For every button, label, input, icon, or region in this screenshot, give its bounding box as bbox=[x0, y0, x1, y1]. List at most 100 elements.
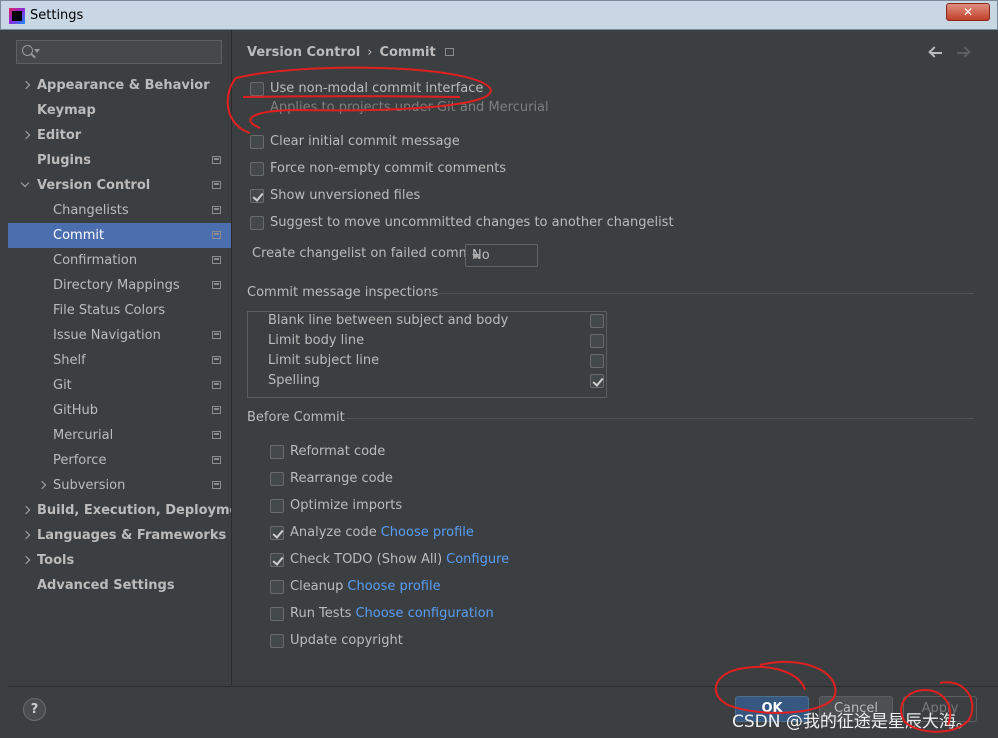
sidebar-item[interactable]: Languages & Frameworks bbox=[8, 523, 231, 548]
project-scope-icon bbox=[212, 331, 221, 339]
inspection-checkbox[interactable] bbox=[590, 354, 604, 368]
sidebar-item[interactable]: Mercurial bbox=[8, 423, 231, 448]
sidebar-item-label: Mercurial bbox=[53, 428, 114, 443]
chevron-right-icon[interactable] bbox=[22, 523, 32, 548]
chevron-down-icon bbox=[472, 254, 480, 259]
sidebar-item-label: Build, Execution, Deployment bbox=[37, 503, 254, 518]
chevron-right-icon[interactable] bbox=[22, 73, 32, 98]
sidebar-item[interactable]: Version Control bbox=[8, 173, 231, 198]
sidebar-item[interactable]: Appearance & Behavior bbox=[8, 73, 231, 98]
project-scope-icon bbox=[212, 406, 221, 414]
failed-commit-dropdown[interactable]: No bbox=[465, 244, 538, 267]
sidebar-item-label: Appearance & Behavior bbox=[37, 78, 210, 93]
intellij-app-icon bbox=[9, 8, 25, 24]
sidebar-item[interactable]: Confirmation bbox=[8, 248, 231, 273]
sidebar-item[interactable]: Subversion bbox=[8, 473, 231, 498]
sidebar-item[interactable]: Changelists bbox=[8, 198, 231, 223]
sidebar-item[interactable]: Git bbox=[8, 373, 231, 398]
cleanup-text: Cleanup Choose profile bbox=[290, 577, 441, 597]
project-scope-icon bbox=[212, 281, 221, 289]
inspections-separator bbox=[425, 293, 974, 294]
check-todo-text: Check TODO (Show All) Configure bbox=[290, 550, 509, 570]
analyze-code-text: Analyze code Choose profile bbox=[290, 523, 474, 543]
forward-arrow-icon[interactable] bbox=[955, 46, 971, 60]
chevron-down-icon[interactable] bbox=[22, 173, 32, 198]
inspection-checkbox[interactable] bbox=[590, 374, 604, 388]
project-scope-icon bbox=[212, 256, 221, 264]
sidebar-item[interactable]: Shelf bbox=[8, 348, 231, 373]
settings-sidebar: Appearance & Behavior Keymap Editor Plugins… bbox=[8, 30, 254, 685]
chevron-right-icon[interactable] bbox=[22, 498, 32, 523]
update-copyright-label: Update copyright bbox=[290, 633, 403, 648]
sidebar-item[interactable]: Advanced Settings bbox=[8, 573, 231, 598]
choose-configuration-link[interactable]: Choose configuration bbox=[355, 606, 493, 621]
project-scope-icon bbox=[212, 181, 221, 189]
sidebar-item[interactable]: File Status Colors bbox=[8, 298, 231, 323]
sidebar-item-label: Keymap bbox=[37, 103, 96, 118]
search-history-caret-icon[interactable] bbox=[34, 49, 40, 53]
sidebar-item-label: Subversion bbox=[53, 478, 126, 493]
chevron-right-icon[interactable] bbox=[38, 473, 48, 498]
sidebar-item[interactable]: Tools bbox=[8, 548, 231, 573]
run-tests-checkbox[interactable] bbox=[270, 607, 284, 621]
optimize-imports-checkbox[interactable] bbox=[270, 499, 284, 513]
todo-configure-link[interactable]: Configure bbox=[446, 552, 509, 567]
cleanup-checkbox[interactable] bbox=[270, 580, 284, 594]
inspection-checkbox[interactable] bbox=[590, 334, 604, 348]
rearrange-code-label: Rearrange code bbox=[290, 471, 393, 486]
chevron-right-icon[interactable] bbox=[22, 123, 32, 148]
inspection-label: Spelling bbox=[268, 373, 320, 388]
non-modal-commit-checkbox[interactable] bbox=[250, 82, 264, 96]
suggest-move-checkbox[interactable] bbox=[250, 216, 264, 230]
rearrange-code-checkbox[interactable] bbox=[270, 472, 284, 486]
settings-search-input[interactable] bbox=[16, 40, 222, 64]
run-tests-label: Run Tests bbox=[290, 606, 352, 621]
inspection-checkbox[interactable] bbox=[590, 314, 604, 328]
inspection-row[interactable]: Limit body line bbox=[248, 331, 606, 351]
inspection-row[interactable]: Blank line between subject and body bbox=[248, 311, 606, 331]
project-scope-icon bbox=[212, 381, 221, 389]
breadcrumb-current: Commit bbox=[379, 45, 436, 60]
clear-initial-message-label: Clear initial commit message bbox=[270, 134, 460, 149]
analyze-code-checkbox[interactable] bbox=[270, 526, 284, 540]
help-button[interactable]: ? bbox=[23, 698, 46, 721]
reformat-code-checkbox[interactable] bbox=[270, 445, 284, 459]
analyze-choose-profile-link[interactable]: Choose profile bbox=[381, 525, 474, 540]
breadcrumb: Version Control › Commit bbox=[247, 45, 454, 60]
chevron-right-icon[interactable] bbox=[22, 548, 32, 573]
commit-settings-panel: Version Control › Commit Use non-modal com… bbox=[232, 30, 998, 685]
sidebar-item[interactable]: Issue Navigation bbox=[8, 323, 231, 348]
sidebar-item-label: Commit bbox=[53, 228, 105, 243]
inspection-row[interactable]: Limit subject line bbox=[248, 351, 606, 371]
before-commit-section-title: Before Commit bbox=[247, 410, 345, 425]
cleanup-choose-profile-link[interactable]: Choose profile bbox=[347, 579, 440, 594]
project-scope-icon bbox=[212, 231, 221, 239]
clear-initial-message-checkbox[interactable] bbox=[250, 135, 264, 149]
sidebar-item-label: Advanced Settings bbox=[37, 578, 175, 593]
project-scope-icon bbox=[212, 456, 221, 464]
sidebar-item[interactable]: Directory Mappings bbox=[8, 273, 231, 298]
inspections-section-title: Commit message inspections bbox=[247, 285, 439, 300]
settings-tree: Appearance & Behavior Keymap Editor Plugins… bbox=[8, 73, 254, 598]
sidebar-item[interactable]: Editor bbox=[8, 123, 231, 148]
breadcrumb-parent[interactable]: Version Control bbox=[247, 45, 360, 60]
inspection-label: Limit body line bbox=[268, 333, 365, 348]
sidebar-item[interactable]: Plugins bbox=[8, 148, 231, 173]
sidebar-item[interactable]: Commit bbox=[8, 223, 231, 248]
close-window-button[interactable]: ✕ bbox=[946, 3, 990, 21]
sidebar-item[interactable]: Keymap bbox=[8, 98, 231, 123]
update-copyright-checkbox[interactable] bbox=[270, 634, 284, 648]
sidebar-item[interactable]: GitHub bbox=[8, 398, 231, 423]
run-tests-text: Run Tests Choose configuration bbox=[290, 604, 494, 624]
inspection-label: Blank line between subject and body bbox=[268, 313, 509, 328]
show-unversioned-checkbox[interactable] bbox=[250, 189, 264, 203]
sidebar-item[interactable]: Build, Execution, Deployment bbox=[8, 498, 254, 523]
sidebar-item[interactable]: Perforce bbox=[8, 448, 231, 473]
back-arrow-icon[interactable] bbox=[929, 46, 945, 60]
sidebar-item-label: Directory Mappings bbox=[53, 278, 180, 293]
search-icon bbox=[22, 45, 33, 56]
inspection-row[interactable]: Spelling bbox=[248, 371, 606, 391]
analyze-code-label: Analyze code bbox=[290, 525, 377, 540]
force-non-empty-checkbox[interactable] bbox=[250, 162, 264, 176]
check-todo-checkbox[interactable] bbox=[270, 553, 284, 567]
